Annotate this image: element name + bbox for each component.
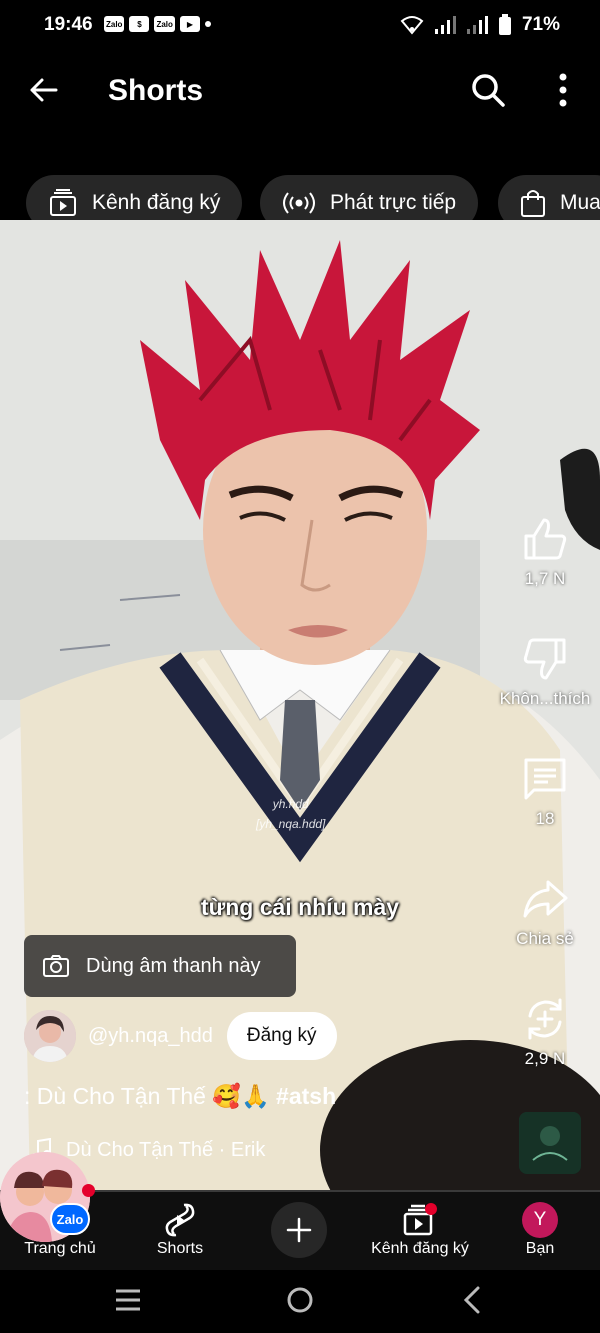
chip-subscriptions-label: Kênh đăng ký <box>92 191 221 214</box>
system-navigation-bar <box>0 1270 600 1333</box>
remix-button[interactable]: 2,9 N <box>490 996 600 1069</box>
battery-percent: 71% <box>521 14 560 35</box>
chip-live-label: Phát trực tiếp <box>330 191 457 214</box>
signal-icon-2 <box>466 16 488 34</box>
shorts-icon <box>165 1203 195 1237</box>
nav-home-label: Trang chủ <box>24 1240 96 1257</box>
share-button[interactable]: Chia sẻ <box>490 876 600 949</box>
music-thumbnail[interactable] <box>519 1112 581 1174</box>
nav-shorts[interactable]: Shorts <box>120 1200 240 1258</box>
channel-row: @yh.nqa_hdd Đăng ký <box>24 1010 337 1062</box>
nav-you[interactable]: Y Bạn <box>480 1200 600 1258</box>
bottom-navigation: Trang chủ Shorts Kênh đăng ký Y Bạn <box>0 1190 600 1270</box>
subscriptions-icon <box>50 189 76 216</box>
channel-avatar[interactable] <box>24 1010 76 1062</box>
dislike-label: Khôn...thích <box>499 689 591 708</box>
nav-subscriptions[interactable]: Kênh đăng ký <box>360 1200 480 1258</box>
thumbs-up-icon <box>524 518 567 560</box>
description-text: : Dù Cho Tận Thế 🥰🙏 <box>24 1083 270 1109</box>
album-art <box>519 1112 581 1174</box>
shopping-bag-icon <box>521 190 545 217</box>
like-button[interactable]: 1,7 N <box>490 516 600 589</box>
search-icon[interactable] <box>470 72 506 108</box>
video-watermark: yh.hdd [yh_nqa.hdd] <box>256 794 325 834</box>
page-title: Shorts <box>108 74 204 107</box>
share-label: Chia sẻ <box>516 929 574 948</box>
thumbs-down-icon <box>523 638 566 680</box>
back-arrow-icon[interactable] <box>26 72 62 108</box>
status-time: 19:46 <box>44 14 93 35</box>
channel-handle[interactable]: @yh.nqa_hdd <box>88 1025 213 1048</box>
use-sound-button[interactable]: Dùng âm thanh này <box>24 935 296 997</box>
shopee-notification-icon: $ <box>129 16 150 32</box>
plus-icon <box>286 1217 312 1243</box>
watermark-line-2: [yh_nqa.hdd] <box>256 817 326 831</box>
subscriptions-nav-icon <box>403 1203 437 1236</box>
watermark-line-1: yh.hdd <box>272 797 309 811</box>
comments-button[interactable]: 18 <box>490 756 600 829</box>
youtube-notification-icon: ▶ <box>179 16 200 32</box>
system-back-icon[interactable] <box>462 1286 482 1314</box>
comment-icon <box>524 758 566 800</box>
battery-icon <box>498 14 511 35</box>
zalo-badge: Zalo <box>50 1203 90 1235</box>
top-bar: Shorts <box>0 60 600 124</box>
nav-you-label: Bạn <box>525 1240 555 1257</box>
status-bar: 19:46 Zalo $ Zalo ▶ 71% <box>0 0 600 52</box>
dislike-button[interactable]: Khôn...thích <box>490 636 600 709</box>
bubble-notification-dot <box>82 1184 95 1197</box>
remix-count: 2,9 N <box>524 1049 566 1068</box>
more-options-icon[interactable] <box>548 70 578 110</box>
nav-subscriptions-label: Kênh đăng ký <box>371 1240 469 1257</box>
wifi-icon <box>400 16 424 35</box>
live-icon <box>283 192 315 214</box>
subscribe-button[interactable]: Đăng ký <box>226 1012 337 1060</box>
nav-shorts-label: Shorts <box>156 1240 204 1257</box>
hashtag-link[interactable]: #atsh <box>276 1083 336 1109</box>
user-avatar: Y <box>522 1202 558 1238</box>
chip-shopping-label: Mua <box>560 191 600 214</box>
create-button[interactable] <box>271 1202 327 1258</box>
use-sound-label: Dùng âm thanh này <box>86 954 261 977</box>
remix-icon <box>528 998 562 1040</box>
notification-icons: Zalo $ Zalo ▶ <box>104 16 211 32</box>
zalo-notification-icon: Zalo <box>104 16 125 32</box>
channel-avatar-image <box>24 1010 76 1062</box>
more-notifications-icon <box>204 21 211 27</box>
camera-icon <box>43 955 69 977</box>
share-icon <box>523 880 568 918</box>
zalo-notification-icon-2: Zalo <box>154 16 175 32</box>
signal-icon <box>434 16 456 34</box>
music-track: Dù Cho Tận Thế · Erik <box>66 1138 266 1161</box>
recent-apps-icon[interactable] <box>114 1288 142 1312</box>
comments-count: 18 <box>535 809 555 828</box>
like-count: 1,7 N <box>524 569 566 588</box>
home-button-icon[interactable] <box>286 1286 314 1314</box>
video-description[interactable]: : Dù Cho Tận Thế 🥰🙏 #atsh <box>24 1083 336 1110</box>
